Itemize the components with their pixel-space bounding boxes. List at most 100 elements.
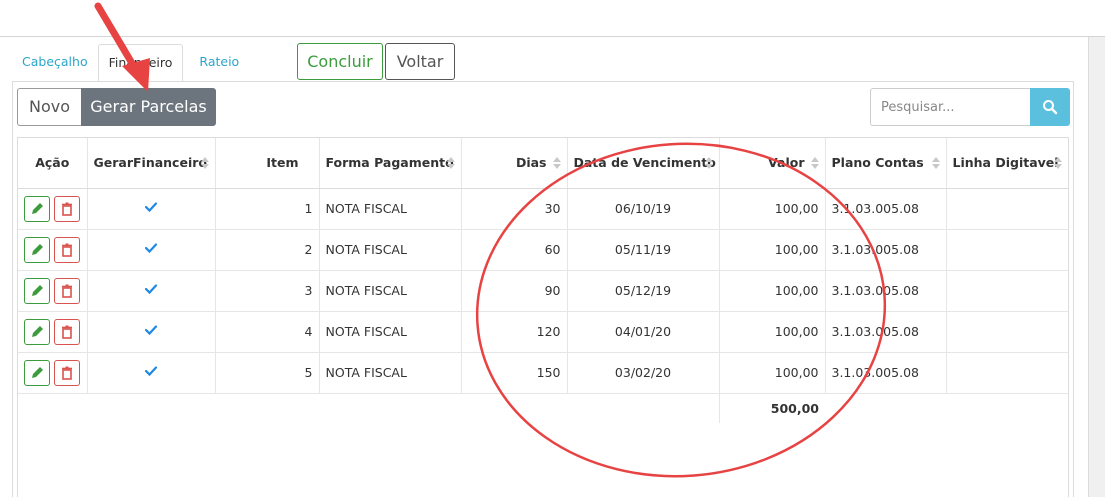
table-row: 3 NOTA FISCAL 90 05/12/19 100,00 3.1.03.… <box>18 270 1068 312</box>
cell-data-vencimento: 04/01/20 <box>567 311 720 353</box>
trash-icon <box>62 284 72 298</box>
delete-button[interactable] <box>54 359 80 386</box>
tab-cabecalho[interactable]: Cabeçalho <box>12 44 98 82</box>
cell-gerar-financeiro <box>87 311 216 353</box>
cell-gerar-financeiro <box>87 352 216 394</box>
header-data-vencimento[interactable]: Data de Vencimento <box>567 138 720 189</box>
row-actions <box>18 270 88 312</box>
cell-forma-pagamento: NOTA FISCAL <box>319 188 462 230</box>
tab-financeiro[interactable]: Financeiro <box>97 44 184 82</box>
table-row: 1 NOTA FISCAL 30 06/10/19 100,00 3.1.03.… <box>18 188 1068 230</box>
voltar-button[interactable]: Voltar <box>385 43 455 80</box>
row-actions <box>18 352 88 394</box>
cell-linha-digitavel <box>946 270 1068 312</box>
pencil-icon <box>32 243 43 255</box>
cell-linha-digitavel <box>946 311 1068 353</box>
concluir-button[interactable]: Concluir <box>297 43 383 80</box>
pencil-icon <box>32 284 43 296</box>
cell-forma-pagamento: NOTA FISCAL <box>319 270 462 312</box>
cell-plano-contas: 3.1.03.005.08 <box>825 270 947 312</box>
header-acao: Ação <box>18 138 88 189</box>
row-actions <box>18 188 88 230</box>
search-button[interactable] <box>1030 88 1070 126</box>
header-dias-label: Dias <box>515 155 547 171</box>
header-plano-contas[interactable]: Plano Contas <box>825 138 947 189</box>
header-item[interactable]: Item <box>215 138 320 189</box>
header-valor-label: Valor <box>768 155 805 171</box>
check-icon <box>144 366 158 377</box>
sort-icon[interactable] <box>446 157 455 169</box>
cell-valor: 100,00 <box>719 352 826 394</box>
cell-dias: 30 <box>461 188 568 230</box>
cell-valor: 100,00 <box>719 188 826 230</box>
sort-icon[interactable] <box>810 157 819 169</box>
cell-forma-pagamento: NOTA FISCAL <box>319 311 462 353</box>
sort-icon[interactable] <box>704 157 713 169</box>
tab-bar: Cabeçalho Financeiro Rateio <box>12 42 249 82</box>
gerar-parcelas-button[interactable]: Gerar Parcelas <box>81 88 216 126</box>
cell-plano-contas: 3.1.03.005.08 <box>825 188 947 230</box>
cell-data-vencimento: 05/12/19 <box>567 270 720 312</box>
delete-button[interactable] <box>54 195 80 222</box>
cell-valor: 100,00 <box>719 311 826 353</box>
header-item-label: Item <box>266 155 299 171</box>
cell-forma-pagamento: NOTA FISCAL <box>319 352 462 394</box>
installments-grid: Ação GerarFinanceiro Item Forma Pagament… <box>17 137 1069 497</box>
delete-button[interactable] <box>54 277 80 304</box>
header-gerar-financeiro[interactable]: GerarFinanceiro <box>87 138 216 189</box>
right-scroll-strip <box>1088 37 1105 497</box>
trash-icon <box>62 366 72 380</box>
cell-valor: 100,00 <box>719 270 826 312</box>
cell-linha-digitavel <box>946 352 1068 394</box>
cell-item: 5 <box>215 352 320 394</box>
trash-icon <box>62 325 72 339</box>
search-icon <box>1043 100 1058 115</box>
check-icon <box>144 284 158 295</box>
header-linha-digitavel[interactable]: Linha Digitavel <box>946 138 1068 189</box>
sort-icon[interactable] <box>552 157 561 169</box>
search-input[interactable] <box>870 88 1030 126</box>
edit-button[interactable] <box>24 195 50 222</box>
header-forma-pagamento[interactable]: Forma Pagamento <box>319 138 462 189</box>
sort-icon[interactable] <box>931 157 940 169</box>
pencil-icon <box>32 202 43 214</box>
edit-button[interactable] <box>24 318 50 345</box>
header-data-vencimento-label: Data de Vencimento <box>573 155 716 171</box>
header-valor[interactable]: Valor <box>719 138 826 189</box>
pencil-icon <box>32 325 43 337</box>
cell-item: 1 <box>215 188 320 230</box>
header-plano-contas-label: Plano Contas <box>831 155 924 171</box>
header-linha-digitavel-label: Linha Digitavel <box>952 155 1059 171</box>
pencil-icon <box>32 366 43 378</box>
top-bar <box>0 0 1105 37</box>
table-row: 5 NOTA FISCAL 150 03/02/20 100,00 3.1.03… <box>18 352 1068 394</box>
cell-gerar-financeiro <box>87 229 216 271</box>
edit-button[interactable] <box>24 236 50 263</box>
check-icon <box>144 202 158 213</box>
check-icon <box>144 243 158 254</box>
sort-icon[interactable] <box>1054 157 1062 169</box>
cell-data-vencimento: 05/11/19 <box>567 229 720 271</box>
header-forma-pagamento-label: Forma Pagamento <box>325 155 454 171</box>
cell-linha-digitavel <box>946 229 1068 271</box>
cell-dias: 90 <box>461 270 568 312</box>
novo-button[interactable]: Novo <box>17 88 81 126</box>
delete-button[interactable] <box>54 318 80 345</box>
edit-button[interactable] <box>24 277 50 304</box>
cell-dias: 60 <box>461 229 568 271</box>
row-actions <box>18 229 88 271</box>
table-row: 4 NOTA FISCAL 120 04/01/20 100,00 3.1.03… <box>18 311 1068 353</box>
table-row: 2 NOTA FISCAL 60 05/11/19 100,00 3.1.03.… <box>18 229 1068 271</box>
cell-data-vencimento: 06/10/19 <box>567 188 720 230</box>
header-dias[interactable]: Dias <box>461 138 568 189</box>
tab-rateio[interactable]: Rateio <box>189 44 249 82</box>
cell-forma-pagamento: NOTA FISCAL <box>319 229 462 271</box>
sort-icon[interactable] <box>200 157 209 169</box>
header-acao-label: Ação <box>35 155 70 171</box>
total-valor: 500,00 <box>770 400 819 416</box>
delete-button[interactable] <box>54 236 80 263</box>
table-header-row: Ação GerarFinanceiro Item Forma Pagament… <box>18 138 1068 189</box>
edit-button[interactable] <box>24 359 50 386</box>
cell-item: 3 <box>215 270 320 312</box>
cell-item: 4 <box>215 311 320 353</box>
